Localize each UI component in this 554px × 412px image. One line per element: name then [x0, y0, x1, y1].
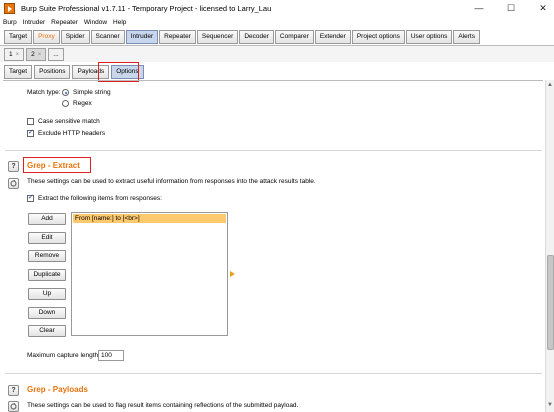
- main-tab-bar: Target Proxy Spider Scanner Intruder Rep…: [4, 30, 481, 44]
- simple-string-radio[interactable]: [62, 89, 69, 96]
- tab-proxy[interactable]: Proxy: [33, 30, 60, 44]
- up-button[interactable]: Up: [28, 288, 66, 300]
- clear-button[interactable]: Clear: [28, 325, 66, 337]
- tab-sequencer[interactable]: Sequencer: [196, 30, 239, 44]
- case-sensitive-checkbox[interactable]: [27, 118, 34, 125]
- grep-extract-description: These settings can be used to extract us…: [27, 178, 316, 185]
- tab-decoder[interactable]: Decoder: [239, 30, 274, 44]
- tab-scanner[interactable]: Scanner: [90, 30, 125, 44]
- max-capture-input[interactable]: 100: [98, 350, 124, 361]
- regex-label: Regex: [73, 100, 92, 107]
- subtab-positions[interactable]: Positions: [34, 65, 71, 79]
- options-tab-highlight: [98, 62, 139, 82]
- tab-project-options[interactable]: Project options: [351, 30, 405, 44]
- menu-burp[interactable]: Burp: [3, 19, 17, 26]
- edit-button[interactable]: Edit: [28, 232, 66, 244]
- section-divider: [5, 373, 542, 374]
- exclude-headers-checkbox[interactable]: [27, 128, 34, 137]
- scroll-up-icon[interactable]: ▲: [547, 82, 553, 88]
- extract-items-label: Extract the following items from respons…: [38, 195, 162, 202]
- tab-intruder[interactable]: Intruder: [125, 30, 159, 44]
- remove-button[interactable]: Remove: [28, 250, 66, 262]
- help-icon[interactable]: ?: [8, 161, 19, 172]
- maximize-button[interactable]: ☐: [506, 2, 516, 14]
- new-attack-tab[interactable]: ...: [48, 48, 64, 61]
- attack-tab-1[interactable]: 1 ×: [4, 48, 25, 61]
- duplicate-button[interactable]: Duplicate: [28, 269, 66, 281]
- expand-arrow-icon[interactable]: [230, 271, 235, 277]
- attack-tab-bar: 1 × 2 × ...: [4, 48, 66, 61]
- grep-extract-highlight: [23, 157, 91, 173]
- add-button[interactable]: Add: [28, 213, 66, 225]
- grep-payloads-title: Grep - Payloads: [27, 385, 88, 394]
- settings-defaults-icon[interactable]: [8, 178, 19, 189]
- tab-user-options[interactable]: User options: [405, 30, 453, 44]
- close-tab-icon[interactable]: ×: [38, 52, 42, 58]
- tab-alerts[interactable]: Alerts: [453, 30, 480, 44]
- match-type-label: Match type:: [27, 89, 61, 96]
- tab-target[interactable]: Target: [4, 30, 33, 44]
- window-title: Burp Suite Professional v1.7.11 - Tempor…: [21, 4, 272, 13]
- regex-radio[interactable]: [62, 100, 69, 107]
- attack-tab-2[interactable]: 2 ×: [26, 48, 47, 61]
- scroll-down-icon[interactable]: ▼: [547, 402, 553, 408]
- tab-comparer[interactable]: Comparer: [274, 30, 314, 44]
- section-divider: [5, 150, 542, 151]
- menu-bar: Burp Intruder Repeater Window Help: [0, 17, 554, 28]
- exclude-headers-label: Exclude HTTP headers: [38, 130, 106, 137]
- close-button[interactable]: ✕: [538, 2, 548, 14]
- attack-tab-strip: [0, 45, 554, 62]
- burp-logo-icon: [4, 3, 15, 14]
- vertical-scrollbar[interactable]: ▲ ▼: [545, 80, 554, 412]
- menu-help[interactable]: Help: [113, 19, 126, 26]
- case-sensitive-label: Case sensitive match: [38, 118, 100, 125]
- settings-defaults-icon[interactable]: [8, 401, 19, 412]
- grep-payloads-description: These settings can be used to flag resul…: [27, 402, 299, 409]
- menu-intruder[interactable]: Intruder: [23, 19, 45, 26]
- title-bar: Burp Suite Professional v1.7.11 - Tempor…: [0, 0, 554, 17]
- max-capture-label: Maximum capture length:: [27, 352, 100, 359]
- list-item[interactable]: From [name:] to [<br>]: [73, 214, 226, 223]
- down-button[interactable]: Down: [28, 307, 66, 319]
- menu-repeater[interactable]: Repeater: [51, 19, 78, 26]
- tab-extender[interactable]: Extender: [314, 30, 351, 44]
- extract-items-checkbox[interactable]: [27, 193, 34, 202]
- help-icon[interactable]: ?: [8, 385, 19, 396]
- menu-window[interactable]: Window: [84, 19, 107, 26]
- tab-repeater[interactable]: Repeater: [159, 30, 196, 44]
- close-tab-icon[interactable]: ×: [16, 52, 20, 58]
- scrollbar-thumb[interactable]: [547, 255, 554, 350]
- attack-tab-label: 2: [31, 51, 35, 58]
- attack-tab-label: 1: [9, 51, 13, 58]
- simple-string-label: Simple string: [73, 89, 111, 96]
- tab-spider[interactable]: Spider: [60, 30, 90, 44]
- subtab-target[interactable]: Target: [4, 65, 33, 79]
- extract-items-list[interactable]: From [name:] to [<br>]: [71, 212, 228, 336]
- minimize-button[interactable]: —: [474, 2, 484, 14]
